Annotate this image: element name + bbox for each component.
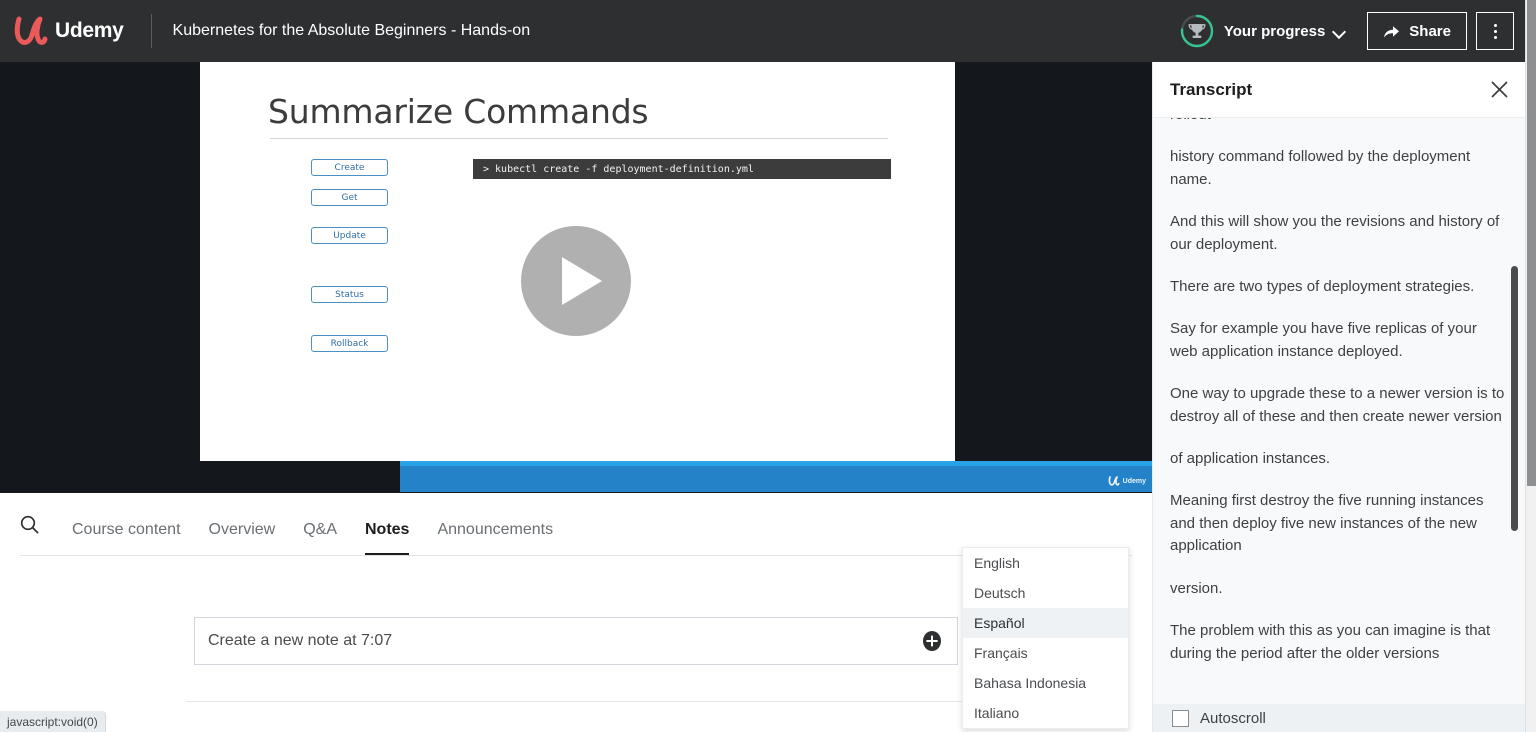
tab-overview[interactable]: Overview [195, 493, 290, 556]
language-option-francais[interactable]: Français [963, 638, 1128, 668]
language-option-italiano[interactable]: Italiano [963, 698, 1128, 728]
transcript-line[interactable]: And this will show you the revisions and… [1170, 211, 1506, 256]
kebab-menu-icon [1493, 35, 1497, 39]
share-button[interactable]: Share [1367, 12, 1467, 50]
transcript-line[interactable]: Say for example you have five replicas o… [1170, 318, 1506, 363]
play-button-icon[interactable] [521, 226, 631, 336]
autoscroll-label[interactable]: Autoscroll [1200, 710, 1266, 727]
tab-announcements[interactable]: Announcements [423, 493, 567, 556]
transcript-line[interactable]: One way to upgrade these to a newer vers… [1170, 383, 1506, 428]
trophy-icon [1180, 14, 1214, 48]
transcript-header: Transcript [1153, 62, 1526, 118]
transcript-line[interactable]: There are two types of deployment strate… [1170, 276, 1506, 298]
autoscroll-checkbox[interactable] [1172, 709, 1189, 727]
udemy-logo-icon [14, 16, 48, 45]
kebab-menu-icon [1493, 29, 1497, 33]
transcript-line[interactable]: version. [1170, 578, 1506, 600]
tab-course-content[interactable]: Course content [58, 493, 195, 556]
brand-name: Udemy [55, 19, 124, 42]
create-note-input[interactable]: Create a new note at 7:07 [195, 632, 921, 650]
course-title: Kubernetes for the Absolute Beginners - … [172, 22, 531, 39]
slide-title-rule [270, 138, 888, 139]
your-progress-button[interactable]: Your progress [1180, 14, 1345, 48]
language-option-bahasa-indonesia[interactable]: Bahasa Indonesia [963, 668, 1128, 698]
slide-button-rollback: Rollback [311, 335, 388, 352]
slide-button-group: Create Get Update Status Rollback [311, 159, 391, 352]
transcript-line[interactable]: The problem with this as you can imagine… [1170, 620, 1506, 665]
page-scrollbar-thumb[interactable] [1527, 0, 1536, 486]
note-input-row[interactable]: Create a new note at 7:07 [194, 617, 958, 665]
transcript-title: Transcript [1170, 79, 1253, 99]
slide-button-create: Create [311, 159, 388, 176]
chevron-down-icon [1334, 26, 1345, 37]
transcript-panel: Transcript rollout history command follo… [1152, 62, 1526, 732]
transcript-body[interactable]: rollout history command followed by the … [1153, 118, 1526, 703]
transcript-line[interactable]: history command followed by the deployme… [1170, 146, 1506, 191]
kebab-menu-icon [1493, 23, 1497, 27]
search-button[interactable] [0, 493, 58, 556]
page-scrollbar[interactable] [1525, 0, 1536, 732]
app-header: Udemy Kubernetes for the Absolute Beginn… [0, 0, 1525, 62]
header-actions: Your progress Share [1180, 12, 1525, 50]
transcript-scrollbar[interactable] [1511, 118, 1521, 703]
course-player-page: Udemy Kubernetes for the Absolute Beginn… [0, 0, 1536, 732]
lecture-slide: Summarize Commands Create Get Update Sta… [200, 62, 1152, 492]
language-option-english[interactable]: English [963, 548, 1128, 578]
slide-title: Summarize Commands [268, 92, 649, 131]
udemy-logo-icon [1108, 476, 1120, 486]
udemy-brand[interactable]: Udemy [0, 16, 124, 46]
slide-button-get: Get [311, 189, 388, 206]
watermark-label: Udemy [1122, 477, 1146, 485]
language-option-deutsch[interactable]: Deutsch [963, 578, 1128, 608]
notes-divider [186, 701, 966, 702]
header-divider [150, 14, 152, 48]
transcript-line[interactable]: rollout [1170, 118, 1506, 126]
language-option-espanol[interactable]: Español [963, 608, 1128, 638]
transcript-footer: Autoscroll [1153, 704, 1526, 732]
tab-qa[interactable]: Q&A [289, 493, 351, 556]
transcript-line[interactable]: of application instances. [1170, 448, 1506, 470]
tab-notes[interactable]: Notes [351, 493, 423, 556]
more-options-button[interactable] [1476, 12, 1514, 50]
browser-status-bar: javascript:void(0) [0, 711, 106, 732]
slide-terminal-command: > kubectl create -f deployment-definitio… [473, 159, 891, 179]
video-progress-track[interactable] [400, 461, 1152, 466]
close-icon[interactable] [1490, 80, 1509, 99]
share-label: Share [1409, 22, 1451, 40]
content-tabs: Course content Overview Q&A Notes Announ… [0, 493, 567, 556]
transcript-scrollbar-thumb[interactable] [1511, 266, 1518, 531]
video-watermark: Udemy [1108, 476, 1146, 486]
slide-button-status: Status [311, 286, 388, 303]
plus-circle-icon[interactable] [921, 630, 943, 652]
language-dropdown-menu[interactable]: English Deutsch Español Français Bahasa … [962, 547, 1129, 729]
progress-label: Your progress [1223, 22, 1326, 40]
transcript-line[interactable]: Meaning first destroy the five running i… [1170, 490, 1506, 557]
share-arrow-icon [1384, 25, 1400, 37]
video-control-bar[interactable]: Udemy [400, 461, 1152, 492]
search-icon [20, 515, 38, 534]
slide-button-update: Update [311, 227, 388, 244]
video-player[interactable]: Summarize Commands Create Get Update Sta… [0, 62, 1152, 493]
